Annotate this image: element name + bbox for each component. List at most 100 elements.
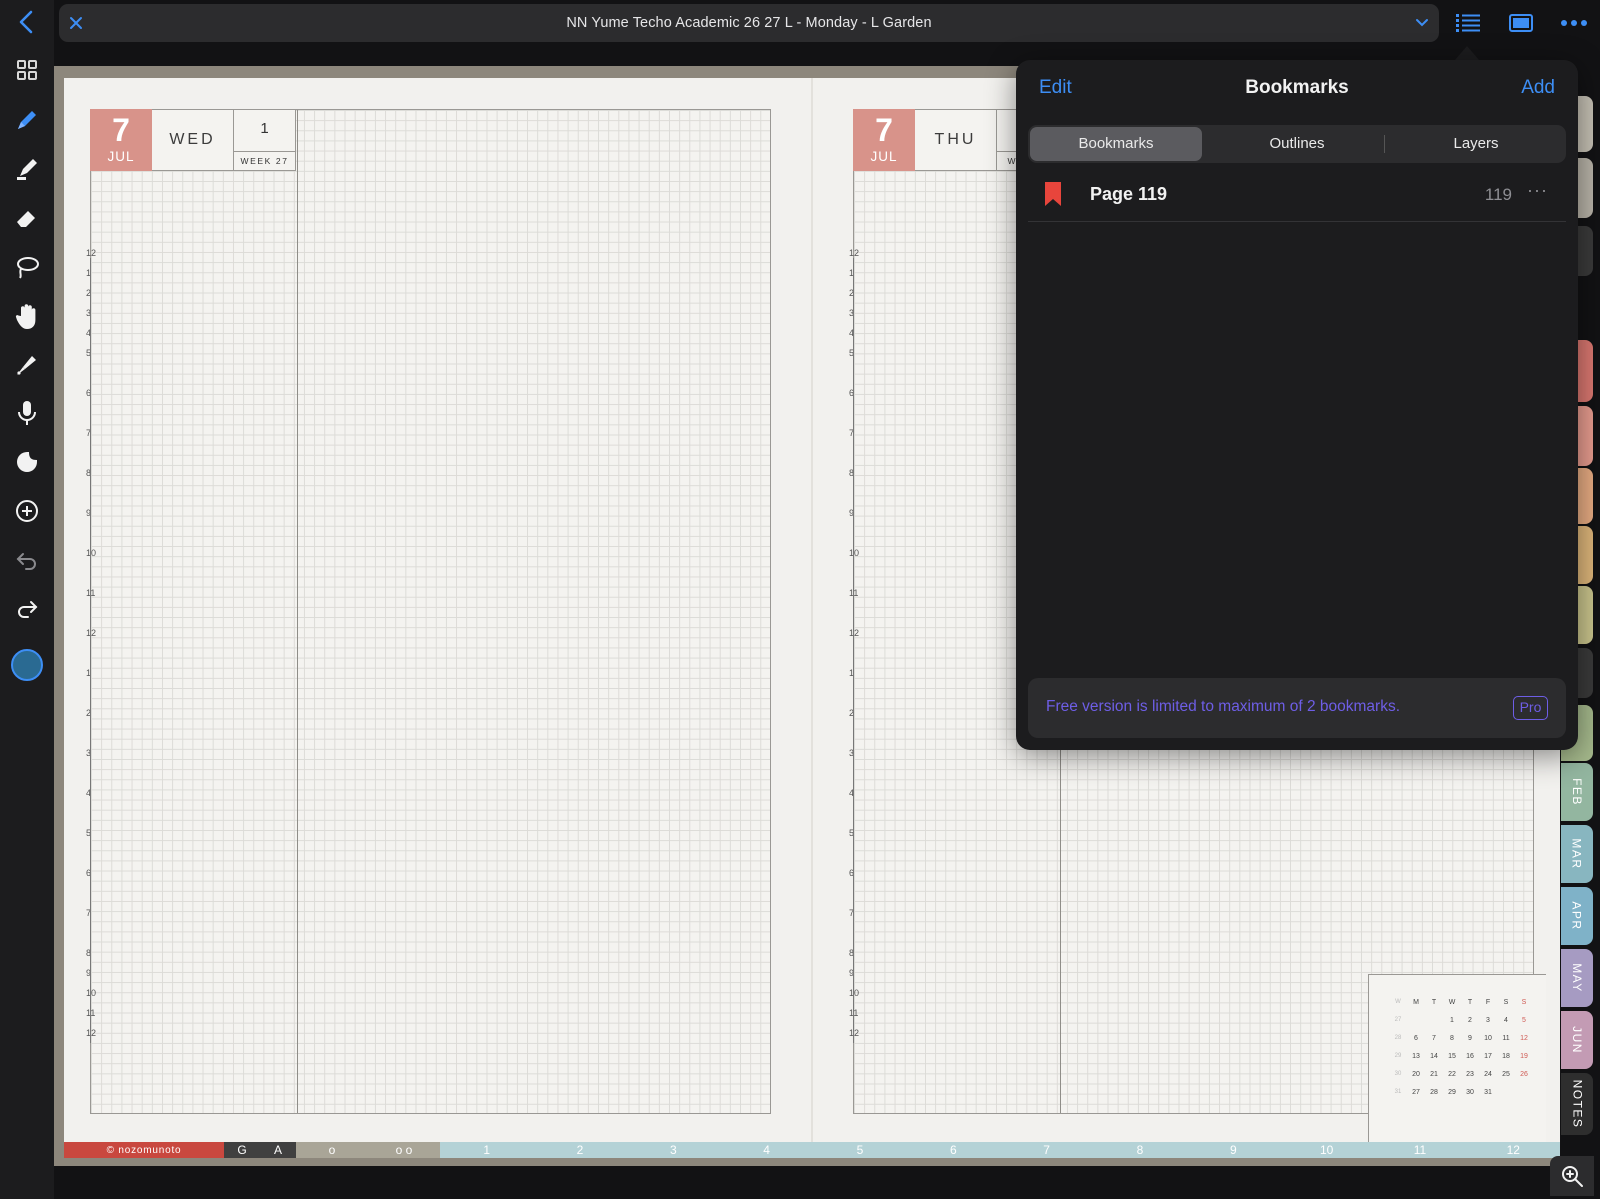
hour-label: 10 (86, 548, 97, 558)
month-tab-feb[interactable]: FEB (1561, 763, 1593, 821)
calendar-day[interactable]: 31 (1479, 1083, 1497, 1101)
highlighter-icon[interactable] (7, 149, 47, 189)
calendar-day[interactable]: 20 (1407, 1065, 1425, 1083)
calendar-day[interactable]: 12 (1515, 1029, 1533, 1047)
strip-month[interactable]: 11 (1373, 1142, 1466, 1158)
hour-label: 12 (849, 628, 860, 638)
bookmark-row[interactable]: Page 119 119 ··· (1028, 168, 1566, 222)
hour-label: 12 (849, 248, 860, 258)
eraser-icon[interactable] (7, 198, 47, 238)
calendar-day[interactable] (1407, 1011, 1425, 1029)
strip-month[interactable]: 7 (1000, 1142, 1093, 1158)
calendar-day[interactable]: 23 (1461, 1065, 1479, 1083)
hour-label: 12 (86, 248, 97, 258)
calendar-day[interactable] (1425, 1011, 1443, 1029)
strip-letter[interactable]: G (224, 1142, 260, 1158)
tab-outlines[interactable]: Outlines (1211, 127, 1383, 161)
strip-month[interactable]: 1 (440, 1142, 533, 1158)
calendar-day[interactable] (1497, 1083, 1515, 1101)
bottom-month-strip: © nozomunoto G A o o o 1 2 3 4 5 6 7 8 9 10 11 12 (64, 1142, 1560, 1158)
calendar-day[interactable]: 5 (1515, 1011, 1533, 1029)
calendar-day[interactable]: 24 (1479, 1065, 1497, 1083)
left-toolbar (0, 0, 54, 1199)
strip-month[interactable]: 10 (1280, 1142, 1373, 1158)
calendar-day[interactable]: 21 (1425, 1065, 1443, 1083)
strip-month[interactable]: 4 (720, 1142, 813, 1158)
color-swatch[interactable] (7, 645, 47, 685)
calendar-day[interactable]: 30 (1461, 1083, 1479, 1101)
tab-layers[interactable]: Layers (1388, 127, 1564, 161)
calendar-day[interactable]: 8 (1443, 1029, 1461, 1047)
month-tab-mar[interactable]: MAR (1561, 825, 1593, 883)
strip-month[interactable]: 5 (813, 1142, 906, 1158)
calendar-day[interactable]: 3 (1479, 1011, 1497, 1029)
bookmark-label: Page 119 (1090, 184, 1168, 204)
calendar-day[interactable]: 18 (1497, 1047, 1515, 1065)
calendar-day[interactable]: 2 (1461, 1011, 1479, 1029)
pro-badge[interactable]: Pro (1513, 696, 1548, 720)
notes-tab[interactable]: NOTES (1561, 1073, 1593, 1135)
ellipsis-icon[interactable] (1559, 6, 1589, 40)
strip-month[interactable]: 3 (627, 1142, 720, 1158)
weekday-label: WED (152, 109, 234, 171)
calendar-day[interactable]: 11 (1497, 1029, 1515, 1047)
calendar-day[interactable]: 16 (1461, 1047, 1479, 1065)
calendar-day[interactable]: 29 (1443, 1083, 1461, 1101)
calendar-day[interactable]: 14 (1425, 1047, 1443, 1065)
list-icon[interactable] (1453, 6, 1483, 40)
single-page-icon[interactable] (1506, 6, 1536, 40)
calendar-day[interactable]: 6 (1407, 1029, 1425, 1047)
hand-icon[interactable] (7, 296, 47, 336)
month-tab-may[interactable]: MAY (1561, 949, 1593, 1007)
tab-bookmarks[interactable]: Bookmarks (1030, 127, 1202, 161)
popover-caret (1455, 46, 1479, 60)
mini-calendar: W M T W T F S S 27 1 2 3 4 5 28 6 7 8 9 10 11 12 29 13 14 15 16 17 1… (1368, 974, 1546, 1150)
calendar-day[interactable]: 13 (1407, 1047, 1425, 1065)
calendar-day[interactable]: 1 (1443, 1011, 1461, 1029)
grid-icon[interactable] (7, 50, 47, 90)
month-tab-jun[interactable]: JUN (1561, 1011, 1593, 1069)
undo-icon[interactable] (7, 540, 47, 580)
strip-circle[interactable]: o (296, 1142, 368, 1158)
document-title[interactable]: NN Yume Techo Academic 26 27 L - Monday … (59, 4, 1439, 42)
calendar-day[interactable]: 15 (1443, 1047, 1461, 1065)
calendar-day[interactable]: 25 (1497, 1065, 1515, 1083)
hour-label: 12 (86, 1028, 97, 1038)
calendar-day[interactable] (1515, 1083, 1533, 1101)
calendar-day[interactable]: 17 (1479, 1047, 1497, 1065)
calendar-week-number: 27 (1394, 1017, 1402, 1023)
calendar-day[interactable]: 10 (1479, 1029, 1497, 1047)
calendar-day[interactable]: 22 (1443, 1065, 1461, 1083)
microphone-icon[interactable] (7, 393, 47, 433)
strip-letter[interactable]: A (260, 1142, 296, 1158)
zoom-icon[interactable] (1550, 1156, 1594, 1196)
app-window: NN Yume Techo Academic 26 27 L - Monday … (0, 0, 1600, 1199)
calendar-day[interactable]: 27 (1407, 1083, 1425, 1101)
strip-month[interactable]: 6 (907, 1142, 1000, 1158)
add-circle-icon[interactable] (7, 491, 47, 531)
pen-icon[interactable] (7, 100, 47, 140)
more-icon[interactable]: ··· (1527, 180, 1548, 201)
lasso-icon[interactable] (7, 247, 47, 287)
calendar-day[interactable]: 4 (1497, 1011, 1515, 1029)
strip-circle[interactable]: o o (368, 1142, 440, 1158)
sticker-icon[interactable] (7, 442, 47, 482)
title-pill[interactable]: NN Yume Techo Academic 26 27 L - Monday … (59, 4, 1439, 42)
chevron-down-icon[interactable] (1415, 6, 1429, 40)
calendar-day[interactable]: 19 (1515, 1047, 1533, 1065)
calendar-day[interactable]: 26 (1515, 1065, 1533, 1083)
calendar-day[interactable]: 7 (1425, 1029, 1443, 1047)
month-tab-apr[interactable]: APR (1561, 887, 1593, 945)
redo-icon[interactable] (7, 588, 47, 628)
strip-month[interactable]: 8 (1093, 1142, 1186, 1158)
left-page-grid[interactable] (90, 109, 771, 1114)
back-icon[interactable] (7, 2, 47, 42)
strip-month[interactable]: 2 (533, 1142, 626, 1158)
laser-pointer-icon[interactable] (7, 345, 47, 385)
week-box: 1 WEEK 27 (234, 109, 296, 171)
add-button[interactable]: Add (1521, 77, 1555, 99)
strip-month[interactable]: 12 (1467, 1142, 1560, 1158)
calendar-day[interactable]: 9 (1461, 1029, 1479, 1047)
calendar-day[interactable]: 28 (1425, 1083, 1443, 1101)
strip-month[interactable]: 9 (1187, 1142, 1280, 1158)
